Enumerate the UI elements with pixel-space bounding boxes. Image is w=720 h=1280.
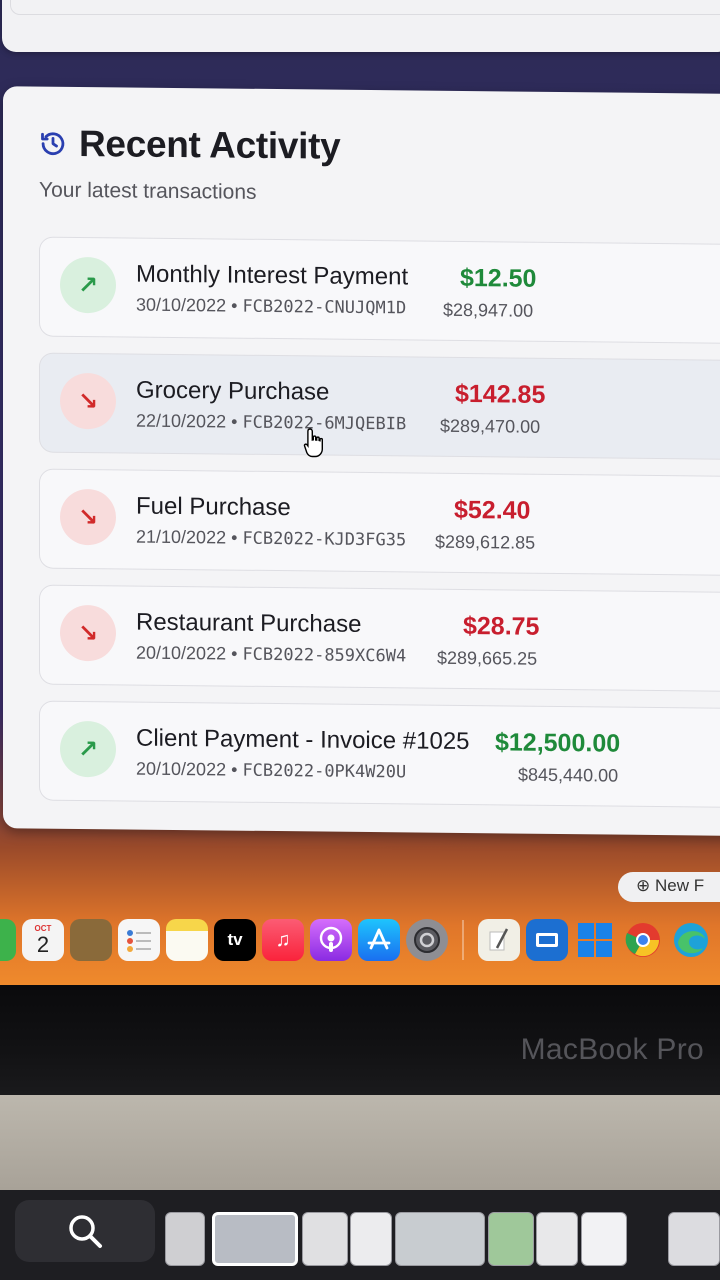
transaction-name: Grocery Purchase — [136, 376, 330, 406]
transaction-name: Client Payment - Invoice #1025 — [136, 724, 470, 756]
device-label: MacBook Pro — [520, 1033, 704, 1066]
recent-thumbnail[interactable] — [488, 1212, 534, 1266]
transaction-meta: 20/10/2022 • FCB2022-0PK4W20U — [136, 759, 406, 783]
meta-separator: • — [231, 527, 238, 548]
arrow-down-right-icon: ↘ — [60, 604, 116, 662]
transaction-date: 21/10/2022 — [136, 526, 227, 548]
app-store-icon[interactable] — [358, 919, 400, 961]
transaction-row[interactable]: ↗ Monthly Interest Payment 30/10/2022 • … — [39, 236, 720, 344]
search-button[interactable] — [15, 1200, 155, 1262]
edge-icon[interactable] — [670, 919, 712, 961]
transaction-balance: $289,470.00 — [440, 415, 541, 437]
recent-thumbnail[interactable] — [302, 1212, 348, 1266]
calendar-icon[interactable]: OCT 2 — [22, 919, 64, 961]
arrow-down-right-icon: ↘ — [60, 488, 116, 546]
transaction-row[interactable]: ↘ Grocery Purchase 22/10/2022 • FCB2022-… — [39, 352, 720, 460]
recent-activity-card: Recent Activity Your latest transactions… — [3, 86, 720, 836]
card-header: Recent Activity Your latest transactions — [39, 123, 340, 206]
recent-thumbnail[interactable] — [350, 1212, 392, 1266]
tv-label: tv — [227, 930, 243, 949]
reminders-icon[interactable] — [118, 919, 160, 961]
hand-pointer-icon — [303, 428, 323, 458]
transaction-date: 22/10/2022 — [136, 410, 227, 432]
arrow-up-right-icon: ↗ — [60, 256, 116, 314]
music-icon[interactable]: ♫ — [262, 919, 304, 961]
dock-separator — [462, 920, 464, 960]
monitor-icon — [536, 933, 558, 947]
transaction-name: Fuel Purchase — [136, 492, 291, 522]
search-icon — [69, 1215, 102, 1248]
new-button[interactable]: ⊕ New F — [618, 872, 720, 902]
remote-desktop-icon[interactable] — [526, 919, 568, 961]
transaction-meta: 30/10/2022 • FCB2022-CNUJQM1D — [136, 295, 406, 319]
previous-card — [2, 0, 720, 52]
arrow-down-right-icon: ↘ — [60, 372, 116, 430]
facetime-icon[interactable] — [0, 919, 16, 961]
gear-icon — [414, 927, 440, 953]
laptop-deck — [0, 1095, 720, 1190]
meta-separator: • — [231, 411, 238, 432]
podcasts-icon[interactable] — [310, 919, 352, 961]
transaction-balance: $289,665.25 — [437, 647, 538, 669]
list-icon — [127, 930, 151, 952]
windows-app-icon[interactable] — [574, 919, 616, 961]
recent-thumbnail[interactable] — [395, 1212, 485, 1266]
transaction-name: Monthly Interest Payment — [136, 260, 409, 291]
system-settings-icon[interactable] — [406, 919, 448, 961]
transaction-balance: $845,440.00 — [518, 764, 619, 786]
arrow-up-right-icon: ↗ — [60, 720, 116, 778]
meta-separator: • — [231, 759, 238, 780]
notes-icon[interactable] — [166, 919, 208, 961]
transaction-name: Restaurant Purchase — [136, 608, 362, 638]
transaction-amount: $12,500.00 — [495, 728, 621, 758]
transaction-amount: $28.75 — [463, 611, 540, 641]
contacts-icon[interactable] — [70, 919, 112, 961]
transaction-meta: 21/10/2022 • FCB2022-KJD3FG35 — [136, 527, 406, 551]
transaction-row[interactable]: ↗ Client Payment - Invoice #1025 20/10/2… — [39, 700, 720, 808]
chrome-logo-icon — [625, 923, 660, 957]
transaction-amount: $142.85 — [455, 379, 546, 409]
pen-icon — [489, 928, 509, 951]
meta-separator: • — [231, 643, 238, 664]
card-subtitle: Your latest transactions — [39, 178, 257, 204]
recent-thumbnail[interactable] — [536, 1212, 578, 1266]
transaction-row[interactable]: ↘ Fuel Purchase 21/10/2022 • FCB2022-KJD… — [39, 468, 720, 576]
macos-dock: OCT 2 tv ♫ — [0, 912, 720, 968]
recent-thumbnail[interactable] — [581, 1212, 627, 1266]
transaction-date: 20/10/2022 — [136, 642, 227, 664]
transaction-date: 30/10/2022 — [136, 294, 227, 316]
recent-thumbnail-selected[interactable] — [212, 1212, 298, 1266]
new-button-label: New F — [654, 876, 705, 895]
edge-logo-icon — [674, 923, 708, 957]
windows-logo-icon — [578, 923, 612, 957]
chrome-icon[interactable] — [622, 919, 664, 961]
transaction-row[interactable]: ↘ Restaurant Purchase 20/10/2022 • FCB20… — [39, 584, 720, 692]
meta-separator: • — [231, 295, 238, 316]
transaction-amount: $52.40 — [454, 495, 531, 525]
transaction-list: ↗ Monthly Interest Payment 30/10/2022 • … — [39, 236, 720, 824]
transaction-meta: 22/10/2022 • FCB2022-6MJQEBIB — [136, 411, 406, 435]
app-store-a-icon — [367, 928, 391, 950]
previous-card-inner — [10, 0, 720, 15]
apple-tv-icon[interactable]: tv — [214, 919, 256, 961]
transaction-amount: $12.50 — [460, 263, 537, 293]
transaction-reference: FCB2022-CNUJQM1D — [242, 296, 407, 319]
transaction-balance: $28,947.00 — [443, 299, 534, 321]
history-icon — [41, 132, 65, 156]
calendar-day: 2 — [36, 931, 50, 957]
transaction-balance: $289,612.85 — [435, 531, 536, 553]
plus-circle-icon: ⊕ — [636, 876, 651, 895]
transaction-date: 20/10/2022 — [136, 758, 227, 780]
card-title: Recent Activity — [79, 122, 341, 167]
podcast-icon — [319, 926, 343, 952]
transaction-reference: FCB2022-KJD3FG35 — [242, 528, 407, 551]
textedit-icon[interactable] — [478, 919, 520, 961]
transaction-reference: FCB2022-859XC6W4 — [242, 644, 407, 667]
recent-thumbnail[interactable] — [165, 1212, 205, 1266]
transaction-reference: FCB2022-0PK4W20U — [242, 760, 407, 783]
recent-thumbnail[interactable] — [668, 1212, 720, 1266]
transaction-meta: 20/10/2022 • FCB2022-859XC6W4 — [136, 643, 406, 667]
